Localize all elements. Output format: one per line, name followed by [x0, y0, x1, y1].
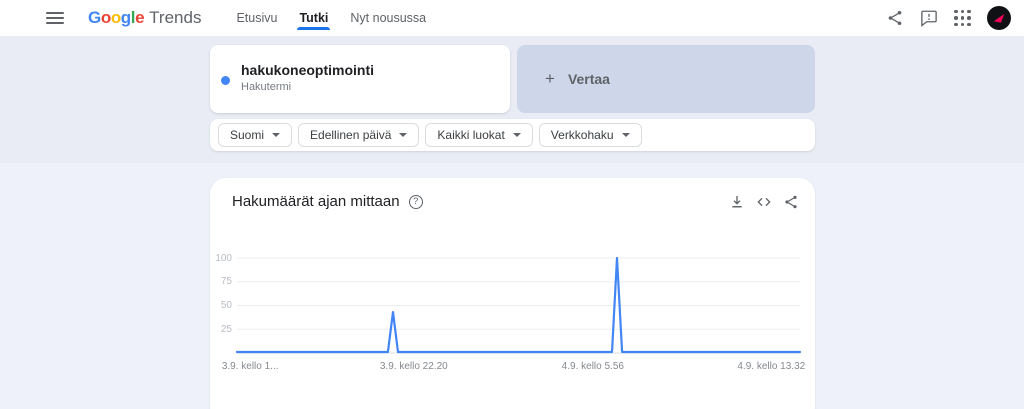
x-tick-label: 3.9. kello 22.20: [379, 361, 448, 372]
download-icon[interactable]: [729, 194, 745, 210]
filter-geo[interactable]: Suomi: [218, 123, 293, 147]
y-tick-label: 75: [220, 276, 232, 288]
trend-line-svg: [235, 256, 802, 354]
logo-brand: Google: [88, 8, 145, 28]
y-tick-label: 50: [220, 300, 232, 311]
menu-icon[interactable]: [46, 12, 64, 24]
app-bar: Google Trends Etusivu Tutki Nyt nousussa: [0, 0, 1024, 36]
chevron-down-icon: [621, 133, 630, 137]
plus-icon: +: [545, 69, 555, 88]
filter-bar: Suomi Edellinen päivä Kaikki luokat Verkkoh…: [210, 119, 815, 151]
x-tick-label: 4.9. kello 5.56: [561, 361, 624, 372]
help-icon[interactable]: ?: [408, 194, 423, 209]
y-axis-labels: 25 50 75 100: [210, 253, 232, 363]
feedback-icon[interactable]: [920, 9, 938, 27]
search-term-card[interactable]: hakukoneoptimointi Hakutermi: [210, 45, 510, 113]
filter-time[interactable]: Edellinen päivä: [298, 123, 420, 147]
filter-label: Edellinen päivä: [310, 128, 392, 142]
interest-over-time-card: Hakumäärät ajan mittaan ? 25 50 75 100 3…: [210, 178, 815, 409]
x-axis-labels: 3.9. kello 1... 3.9. kello 22.20 4.9. kell…: [222, 361, 805, 375]
chart-actions: [729, 194, 799, 210]
google-trends-page: Google Trends EtusivuTutkiNyt nousussa: [0, 0, 1024, 409]
search-term: hakukoneoptimointi: [241, 62, 374, 78]
y-tick-label: 25: [220, 323, 232, 335]
trend-chart-plot[interactable]: [235, 253, 802, 363]
term-type-label: Hakutermi: [241, 81, 292, 93]
chart-title: Hakumäärät ajan mittaan: [232, 193, 400, 210]
chevron-down-icon: [272, 133, 281, 137]
series-color-dot: [221, 76, 230, 85]
chevron-down-icon: [399, 133, 408, 137]
logo-letter: g: [120, 8, 131, 27]
nav-item-nyt-nousussa[interactable]: Nyt nousussa: [339, 0, 437, 36]
filter-label: Verkkohaku: [550, 128, 614, 142]
filter-label: Kaikki luokat: [437, 128, 505, 142]
logo[interactable]: Google Trends: [88, 8, 201, 28]
y-tick-label: 100: [215, 252, 232, 264]
chevron-down-icon: [512, 133, 521, 137]
avatar-logo-icon: [993, 14, 1005, 23]
share-icon[interactable]: [783, 194, 799, 210]
compare-label: Vertaa: [567, 71, 610, 87]
nav-item-etusivu[interactable]: Etusivu: [225, 0, 288, 36]
app-bar-actions: [886, 6, 1024, 30]
logo-letter: e: [135, 8, 145, 27]
chart-header: Hakumäärät ajan mittaan ?: [210, 178, 815, 210]
embed-icon[interactable]: [756, 194, 772, 210]
top-nav: Etusivu Tutki Nyt nousussa: [225, 0, 437, 36]
filter-category[interactable]: Kaikki luokat: [425, 123, 533, 147]
avatar[interactable]: [987, 6, 1011, 30]
logo-letter: G: [88, 8, 101, 27]
filter-search-type[interactable]: Verkkohaku: [538, 123, 642, 147]
x-tick-label: 4.9. kello 13.32: [737, 361, 806, 372]
compare-card[interactable]: + Vertaa: [517, 45, 815, 113]
filter-label: Suomi: [230, 128, 265, 142]
apps-grid-icon[interactable]: [954, 9, 971, 27]
logo-letter: o: [100, 8, 111, 27]
term-texts: hakukoneoptimointi Hakutermi: [241, 62, 374, 93]
x-tick-label: 3.9. kello 1...: [221, 361, 279, 372]
nav-item-tutki[interactable]: Tutki: [288, 0, 339, 36]
logo-letter: o: [110, 8, 121, 27]
logo-suffix: Trends: [149, 8, 202, 27]
share-icon[interactable]: [886, 9, 904, 27]
